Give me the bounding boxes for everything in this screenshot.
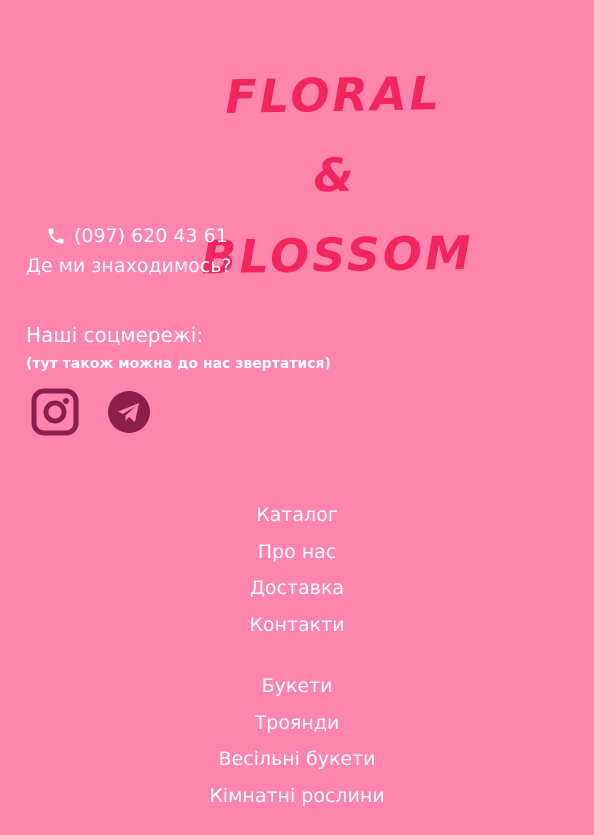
- telegram-icon: [108, 391, 150, 433]
- nav-link[interactable]: Кімнатні рослини: [209, 785, 384, 807]
- nav-item-about[interactable]: Про нас: [0, 534, 594, 571]
- nav-item-house-plants[interactable]: Кімнатні рослини: [0, 778, 594, 815]
- nav-item-wedding-bouquets[interactable]: Весільні букети: [0, 741, 594, 778]
- nav-item-bouquets[interactable]: Букети: [0, 668, 594, 705]
- logo-line-1: FLORAL &: [224, 66, 443, 203]
- nav-link[interactable]: Доставка: [250, 577, 344, 599]
- nav-item-delivery[interactable]: Доставка: [0, 570, 594, 607]
- nav-item-contacts[interactable]: Контакти: [0, 607, 594, 644]
- nav-item-roses[interactable]: Троянди: [0, 705, 594, 742]
- social-title: Наші соцмережі:: [26, 323, 204, 347]
- nav-link[interactable]: Контакти: [249, 614, 344, 636]
- phone-icon: [48, 228, 64, 244]
- nav-link[interactable]: Про нас: [258, 541, 337, 563]
- nav-link[interactable]: Букети: [262, 675, 333, 697]
- instagram-icon: [31, 388, 79, 436]
- location-link[interactable]: Де ми знаходимось?: [26, 255, 232, 277]
- nav-item-catalog[interactable]: Каталог: [0, 497, 594, 534]
- instagram-link[interactable]: [31, 388, 79, 436]
- nav-link[interactable]: Каталог: [256, 504, 338, 526]
- site-logo[interactable]: FLORAL & BLOSSOM: [198, 53, 475, 298]
- category-nav: Букети Троянди Весільні букети Кімнатні …: [0, 668, 594, 814]
- phone-number: (097) 620 43 61: [74, 225, 228, 247]
- nav-link[interactable]: Троянди: [255, 712, 340, 734]
- social-icons: [31, 388, 151, 436]
- telegram-link[interactable]: [79, 390, 151, 434]
- logo-line-2: BLOSSOM: [200, 225, 475, 285]
- phone-link[interactable]: (097) 620 43 61: [46, 224, 228, 248]
- main-nav: Каталог Про нас Доставка Контакти: [0, 497, 594, 643]
- nav-link[interactable]: Весільні букети: [218, 748, 375, 770]
- social-note: (тут також можна до нас звертатися): [26, 356, 331, 372]
